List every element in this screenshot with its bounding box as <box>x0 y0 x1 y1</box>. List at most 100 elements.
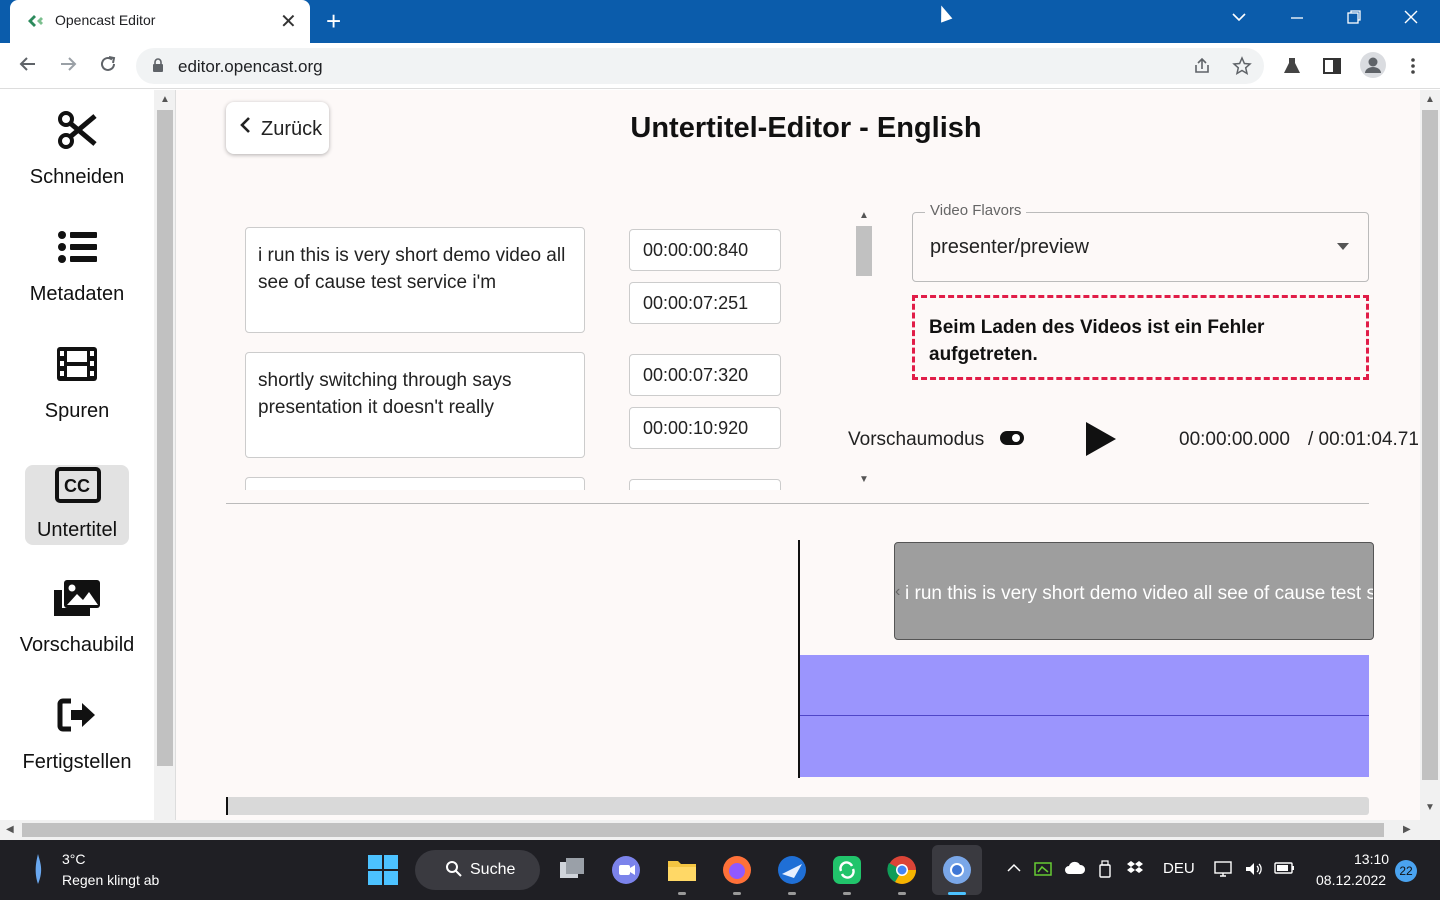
video-controls: Vorschaumodus 00:00:00.000 / 00:01:04.71 <box>846 420 1420 460</box>
waveform-center-line <box>800 715 1369 716</box>
dropdown-caret-icon <box>1337 243 1349 250</box>
nav-item-metadaten[interactable]: Metadaten <box>25 227 129 307</box>
subtitle-start-time[interactable]: 00:00:07:320 <box>629 354 781 396</box>
mouse-cursor-icon <box>935 3 953 23</box>
sync-app-icon[interactable] <box>831 854 863 886</box>
subtitle-end-time[interactable]: 00:00:10:920 <box>629 407 781 449</box>
scroll-up-icon[interactable]: ▲ <box>160 94 170 105</box>
restore-icon[interactable] <box>1345 8 1363 31</box>
nav-label: Vorschaubild <box>19 634 135 656</box>
video-flavors-select[interactable]: Video Flavors presenter/preview <box>912 202 1369 282</box>
nav-label: Untertitel <box>36 519 118 541</box>
nav-item-untertitel[interactable]: CC Untertitel <box>25 465 129 545</box>
active-indicator <box>948 892 966 895</box>
subtitle-text-field[interactable]: i run this is very short demo video all … <box>245 227 585 333</box>
timeline-segment-text: i run this is very short demo video all … <box>905 583 1373 604</box>
chrome-active-icon[interactable] <box>941 854 973 886</box>
play-icon[interactable] <box>1086 422 1116 456</box>
subtitle-start-time[interactable]: 00:00:00:840 <box>629 229 781 271</box>
scroll-down-icon[interactable]: ▼ <box>1425 802 1435 813</box>
thunderbird-icon[interactable] <box>776 854 808 886</box>
sidebar-scrollbar[interactable]: ▲ <box>154 90 176 820</box>
film-icon <box>57 344 97 384</box>
running-indicator <box>898 892 906 895</box>
page-horizontal-scrollbar[interactable]: ◀ ▶ <box>0 820 1440 840</box>
subtitle-timeline[interactable]: ‹ i run this is very short demo video al… <box>226 540 1374 780</box>
side-panel-icon[interactable] <box>1322 56 1342 81</box>
scroll-up-icon[interactable]: ▲ <box>859 210 869 221</box>
preview-mode-toggle[interactable] <box>1000 431 1024 445</box>
scroll-left-icon[interactable]: ◀ <box>6 824 14 835</box>
clock-date[interactable]: 08.12.2022 <box>1316 872 1386 888</box>
new-tab-icon[interactable]: + <box>326 6 341 37</box>
audio-waveform[interactable] <box>800 655 1369 777</box>
nav-item-schneiden[interactable]: Schneiden <box>25 110 129 190</box>
timeline-subtitle-segment[interactable]: ‹ i run this is very short demo video al… <box>894 542 1374 640</box>
opencast-favicon-icon <box>26 12 46 30</box>
firefox-icon[interactable] <box>721 854 753 886</box>
extensions-flask-icon[interactable] <box>1282 56 1302 81</box>
browser-tab[interactable]: Opencast Editor ✕ <box>10 0 310 43</box>
task-view-icon[interactable] <box>556 854 588 886</box>
nav-item-vorschaubild[interactable]: Vorschaubild <box>20 578 134 658</box>
bookmark-star-icon[interactable] <box>1232 56 1252 81</box>
nav-item-fertigstellen[interactable]: Fertigstellen <box>23 695 131 775</box>
close-window-icon[interactable] <box>1402 8 1420 31</box>
tray-app-icon[interactable] <box>1034 860 1052 882</box>
subtitle-text-field[interactable]: shortly switching through says presentat… <box>245 352 585 458</box>
scroll-down-icon[interactable]: ▼ <box>859 474 869 485</box>
timeline-scrollbar[interactable] <box>226 797 1369 815</box>
nav-label: Spuren <box>44 400 110 422</box>
battery-icon[interactable] <box>1274 860 1296 880</box>
address-bar: editor.opencast.org <box>0 43 1440 89</box>
profile-avatar-icon[interactable] <box>1360 52 1386 83</box>
notification-badge[interactable]: 22 <box>1395 860 1417 882</box>
omnibox[interactable]: editor.opencast.org <box>136 48 1264 84</box>
network-icon[interactable] <box>1214 860 1234 882</box>
video-error-message: Beim Laden des Videos ist ein Fehler auf… <box>912 295 1369 380</box>
browser-menu-icon[interactable] <box>1406 56 1420 81</box>
search-label: Suche <box>470 861 516 878</box>
nav-item-spuren[interactable]: Spuren <box>25 344 129 424</box>
left-navigation: Schneiden Metadaten Spuren CC Untertitel… <box>0 90 154 820</box>
scroll-up-icon[interactable]: ▲ <box>1425 94 1435 105</box>
divider <box>226 503 1369 504</box>
clock-time[interactable]: 13:10 <box>1354 851 1389 867</box>
minimize-icon[interactable] <box>1288 8 1306 31</box>
reload-icon[interactable] <box>97 53 119 81</box>
weather-rain-icon[interactable] <box>30 852 46 886</box>
page-vertical-scrollbar[interactable]: ▲ ▼ <box>1420 90 1440 820</box>
taskbar-search[interactable]: Suche <box>415 850 540 890</box>
dropbox-icon[interactable] <box>1126 860 1144 880</box>
timeline-position-marker[interactable] <box>226 797 228 815</box>
sign-out-icon <box>57 695 97 735</box>
segment-handle-icon[interactable]: ‹ <box>895 583 900 601</box>
usb-drive-icon[interactable] <box>1098 860 1112 882</box>
page-vertical-scroll-thumb[interactable] <box>1422 110 1438 780</box>
tray-overflow-chevron-icon[interactable] <box>1006 860 1022 880</box>
subtitle-text-field-partial[interactable] <box>245 477 585 490</box>
subtitle-end-time[interactable]: 00:00:07:251 <box>629 282 781 324</box>
page-horizontal-scroll-thumb[interactable] <box>22 823 1384 837</box>
subtitle-start-time-partial[interactable] <box>629 479 781 490</box>
tab-close-icon[interactable]: ✕ <box>280 9 297 34</box>
scroll-right-icon[interactable]: ▶ <box>1403 824 1411 835</box>
url-text[interactable]: editor.opencast.org <box>178 57 323 77</box>
teams-chat-icon[interactable] <box>610 854 642 886</box>
windows-start-icon[interactable] <box>368 855 398 885</box>
running-indicator <box>788 892 796 895</box>
forward-arrow-icon[interactable] <box>57 53 79 81</box>
keyboard-language[interactable]: DEU <box>1163 860 1195 877</box>
file-explorer-icon[interactable] <box>666 854 698 886</box>
back-arrow-icon[interactable] <box>17 53 39 81</box>
tab-search-chevron-icon[interactable] <box>1230 8 1248 31</box>
share-icon[interactable] <box>1192 56 1212 81</box>
back-button[interactable]: Zurück <box>226 102 329 154</box>
volume-icon[interactable] <box>1244 860 1264 882</box>
sidebar-scroll-thumb[interactable] <box>157 110 173 766</box>
nav-label: Schneiden <box>29 166 125 188</box>
chevron-left-icon <box>238 115 252 141</box>
chrome-icon[interactable] <box>886 854 918 886</box>
onedrive-cloud-icon[interactable] <box>1064 860 1086 880</box>
subtitle-list-scroll-thumb[interactable] <box>856 226 872 276</box>
